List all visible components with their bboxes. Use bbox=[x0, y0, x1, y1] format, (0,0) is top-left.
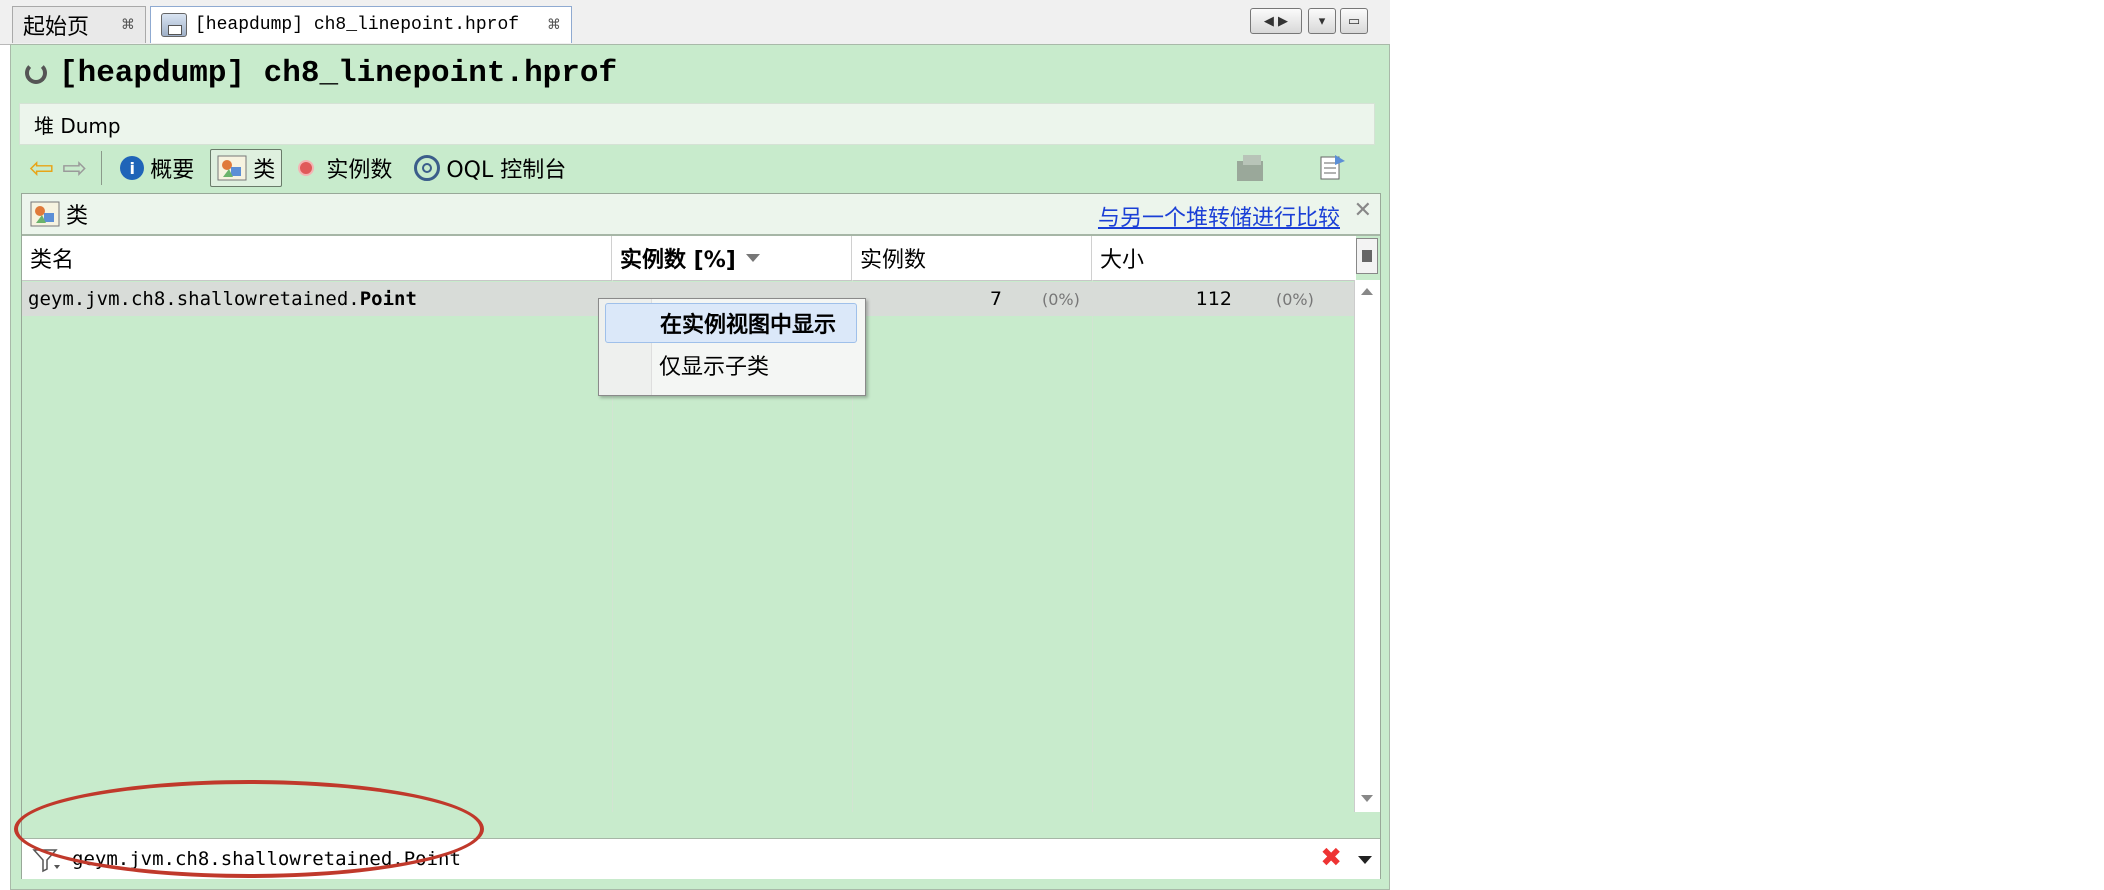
tab-close-icon[interactable]: ⌘ bbox=[121, 17, 135, 33]
column-instances[interactable]: 实例数 bbox=[852, 236, 1092, 280]
title-bar: [heapdump] ch8_linepoint.hprof bbox=[11, 45, 1389, 101]
menu-item-label: 仅显示子类 bbox=[659, 355, 770, 380]
compare-heap-dump-link[interactable]: 与另一个堆转储进行比较 bbox=[1098, 200, 1340, 232]
scroll-down-icon[interactable] bbox=[1361, 795, 1373, 802]
instances-percent-cell: (0%) bbox=[1042, 290, 1080, 309]
context-menu: 在实例视图中显示 仅显示子类 bbox=[598, 298, 866, 396]
classes-icon bbox=[217, 155, 247, 181]
classes-view: 类 与另一个堆转储进行比较 ✕ 类名 实例数 [%] 实例数 大小 geym.j… bbox=[21, 193, 1381, 879]
column-settings-button[interactable] bbox=[1356, 238, 1378, 274]
instances-label: 实例数 bbox=[326, 158, 393, 183]
menu-item-show-in-instances-view[interactable]: 在实例视图中显示 bbox=[605, 303, 857, 343]
heapdump-tab-icon bbox=[161, 13, 187, 37]
heapdump-panel: [heapdump] ch8_linepoint.hprof 堆 Dump ⇦ … bbox=[10, 44, 1390, 890]
column-class-name[interactable]: 类名 bbox=[22, 236, 612, 280]
summary-label: 概要 bbox=[150, 158, 195, 183]
sort-descending-icon bbox=[745, 254, 760, 262]
subtab-label: 堆 Dump bbox=[34, 113, 121, 138]
instances-cell: 7 bbox=[989, 288, 1002, 310]
tab-label: [heapdump] ch8_linepoint.hprof bbox=[195, 15, 520, 35]
tab-scroll-buttons[interactable]: ◀ ▶ bbox=[1250, 8, 1302, 34]
classes-view-header: 类 与另一个堆转储进行比较 ✕ bbox=[22, 194, 1380, 236]
menu-item-label: 在实例视图中显示 bbox=[660, 313, 837, 338]
highlight-ellipse bbox=[14, 780, 484, 878]
tab-close-icon[interactable]: ⌘ bbox=[547, 17, 561, 33]
tab-start-page[interactable]: 起始页 ⌘ bbox=[12, 6, 146, 43]
forward-arrow-icon[interactable]: ⇨ bbox=[62, 151, 87, 186]
summary-button[interactable]: i 概要 bbox=[114, 150, 200, 186]
spinner-icon bbox=[25, 62, 47, 84]
class-simple-name: Point bbox=[359, 288, 417, 310]
dropdown-icon[interactable] bbox=[1358, 856, 1372, 864]
class-name-cell: geym.jvm.ch8.shallowretained.Point bbox=[28, 288, 417, 310]
column-size[interactable]: 大小 bbox=[1092, 236, 1356, 280]
tab-heapdump[interactable]: [heapdump] ch8_linepoint.hprof ⌘ bbox=[150, 6, 572, 43]
tab-label: 起始页 bbox=[23, 15, 90, 40]
heap-dump-subtab[interactable]: 堆 Dump bbox=[19, 103, 1375, 145]
class-package: geym.jvm.ch8.shallowretained. bbox=[28, 288, 360, 310]
size-percent-cell: (0%) bbox=[1276, 290, 1314, 309]
size-cell: 112 bbox=[1195, 288, 1232, 310]
close-icon[interactable]: ✕ bbox=[1354, 198, 1372, 223]
tab-list-dropdown-button[interactable]: ▾ bbox=[1308, 8, 1336, 34]
export-icon[interactable] bbox=[1315, 153, 1347, 183]
column-instances-percent[interactable]: 实例数 [%] bbox=[612, 236, 852, 280]
classes-view-title: 类 bbox=[66, 204, 89, 229]
column-label: 实例数 [%] bbox=[620, 248, 736, 273]
back-arrow-icon[interactable]: ⇦ bbox=[29, 151, 54, 186]
toolbar-separator bbox=[101, 151, 103, 185]
tab-strip: 起始页 ⌘ [heapdump] ch8_linepoint.hprof ⌘ ◀… bbox=[0, 0, 1390, 45]
vertical-scrollbar[interactable] bbox=[1354, 280, 1380, 812]
oql-icon bbox=[414, 155, 441, 181]
oql-label: OQL 控制台 bbox=[446, 158, 567, 183]
oql-console-button[interactable]: OQL 控制台 bbox=[408, 150, 572, 186]
instances-dot-icon bbox=[298, 160, 315, 176]
page-title: [heapdump] ch8_linepoint.hprof bbox=[59, 55, 618, 91]
column-label: 实例数 bbox=[860, 248, 927, 273]
clear-filter-icon[interactable]: ✖ bbox=[1320, 843, 1342, 873]
info-icon: i bbox=[120, 156, 145, 180]
table-header: 类名 实例数 [%] 实例数 大小 bbox=[22, 236, 1356, 281]
instances-button[interactable]: 实例数 bbox=[292, 150, 398, 186]
menu-item-show-only-subclasses[interactable]: 仅显示子类 bbox=[605, 345, 857, 385]
classes-icon bbox=[30, 201, 60, 227]
column-divider bbox=[1092, 280, 1093, 812]
snapshot-icon[interactable] bbox=[1235, 153, 1267, 183]
maximize-button[interactable]: ▭ bbox=[1340, 8, 1368, 34]
column-label: 大小 bbox=[1100, 248, 1145, 273]
classes-button[interactable]: 类 bbox=[210, 149, 283, 187]
classes-label: 类 bbox=[253, 158, 276, 183]
column-label: 类名 bbox=[30, 248, 75, 273]
scroll-up-icon[interactable] bbox=[1361, 288, 1373, 295]
toolbar: ⇦ ⇨ i 概要 类 实例数 OQL 控制台 bbox=[11, 145, 1389, 191]
heapdump-window: 起始页 ⌘ [heapdump] ch8_linepoint.hprof ⌘ ◀… bbox=[0, 0, 1390, 890]
